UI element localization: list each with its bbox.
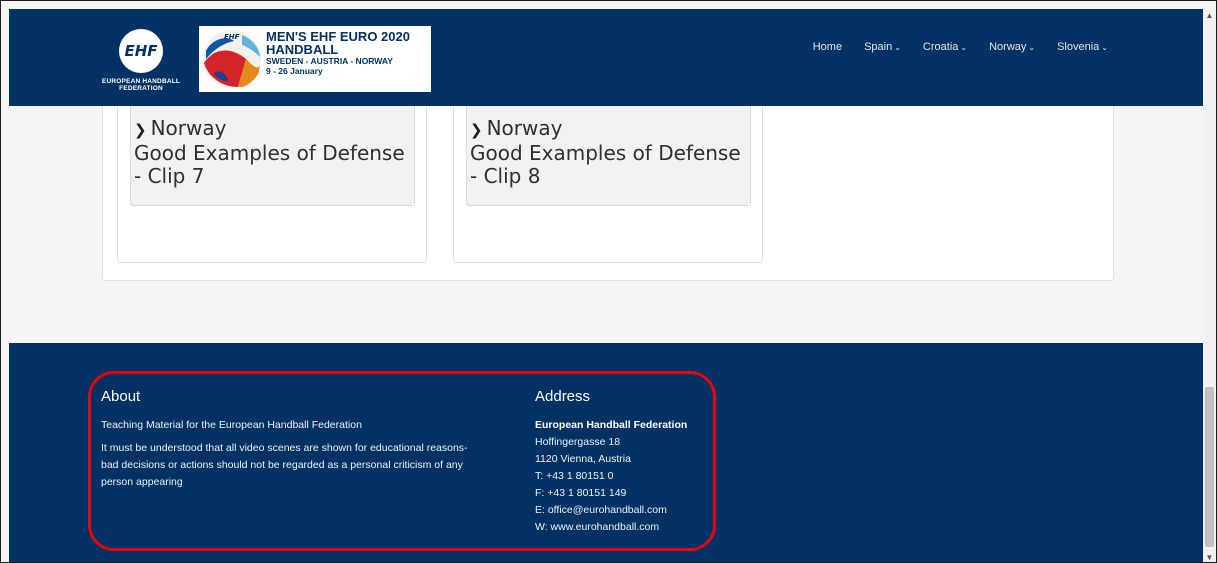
clip-country: Norway — [486, 116, 563, 140]
browser-viewport: EHF EUROPEAN HANDBALL FEDERATION EHF MEN… — [0, 0, 1217, 563]
about-heading: About — [101, 388, 141, 405]
nav-item-home[interactable]: Home — [813, 41, 842, 53]
chevron-down-icon: ❯ — [470, 121, 483, 139]
clip-title-line1: Good Examples of Defense — [470, 141, 741, 165]
ehf-caption-line1: EUROPEAN HANDBALL — [101, 78, 181, 85]
address-web[interactable]: W: www.eurohandball.com — [535, 519, 715, 536]
scroll-down-arrow-icon[interactable]: ▼ — [1203, 551, 1216, 562]
address-org: European Handball Federation — [535, 419, 688, 431]
nav-item-slovenia[interactable]: Slovenia ⌄ — [1057, 41, 1108, 53]
nav-label: Spain — [864, 41, 893, 53]
ball-ehf-text: EHF — [224, 33, 240, 41]
handball-ball-icon: EHF — [202, 29, 262, 89]
scroll-up-arrow-icon[interactable]: ▲ — [1203, 9, 1216, 22]
euro-line2: HANDBALL — [266, 42, 339, 57]
main-content: ❯ Norway Good Examples of Defense - Clip … — [9, 106, 1204, 343]
clips-panel: ❯ Norway Good Examples of Defense - Clip … — [102, 106, 1114, 281]
nav-item-spain[interactable]: Spain ⌄ — [864, 41, 901, 53]
ehf-logo-text: EHF — [124, 42, 158, 60]
about-text-2: It must be understood that all video sce… — [101, 440, 521, 491]
clip-title: ❯ Norway Good Examples of Defense - Clip … — [134, 117, 414, 188]
chevron-down-icon: ❯ — [134, 121, 147, 139]
nav-label: Croatia — [922, 41, 959, 53]
euro-line4: 9 - 26 January — [266, 66, 323, 76]
site-footer: About Teaching Material for the European… — [9, 343, 1204, 562]
nav-label: Norway — [989, 41, 1027, 53]
euro-line3: SWEDEN - AUSTRIA - NORWAY — [266, 56, 393, 66]
ehf-logo-caption: EUROPEAN HANDBALL FEDERATION — [91, 78, 191, 92]
address-email[interactable]: E: office@eurohandball.com — [535, 502, 715, 519]
clip-card-header[interactable]: ❯ Norway Good Examples of Defense - Clip … — [130, 106, 415, 206]
scrollbar-thumb[interactable] — [1205, 387, 1214, 547]
address-fax: F: +43 1 80151 149 — [535, 487, 627, 499]
address-city: 1120 Vienna, Austria — [535, 453, 631, 465]
ehf-caption-line2: FEDERATION — [119, 85, 163, 92]
chevron-down-icon: ⌄ — [894, 42, 901, 52]
nav-label: Home — [812, 41, 843, 53]
footer-address: Address European Handball Federation Hof… — [535, 388, 715, 536]
clip-card[interactable]: ❯ Norway Good Examples of Defense - Clip … — [453, 106, 763, 263]
clip-title-line1: Good Examples of Defense — [134, 141, 405, 165]
euro-banner-text: MEN'S EHF EURO 2020 HANDBALL SWEDEN - AU… — [266, 30, 410, 76]
about-text-2-line2: bad decisions or actions should not be r… — [101, 459, 463, 471]
clip-card[interactable]: ❯ Norway Good Examples of Defense - Clip … — [117, 106, 427, 263]
page-scrollbar[interactable]: ▲ ▼ — [1203, 9, 1216, 562]
ehf-logo-badge: EHF — [119, 29, 163, 73]
clip-title-line2: - Clip 8 — [470, 164, 541, 188]
chevron-down-icon: ⌄ — [1101, 42, 1108, 52]
clip-title-line2: - Clip 7 — [134, 164, 205, 188]
clip-title: ❯ Norway Good Examples of Defense - Clip … — [470, 117, 750, 188]
site-header: EHF EUROPEAN HANDBALL FEDERATION EHF MEN… — [9, 9, 1204, 106]
about-text-2-line3: person appearing — [101, 476, 183, 488]
ehf-logo[interactable]: EHF EUROPEAN HANDBALL FEDERATION — [91, 29, 191, 105]
footer-about: About Teaching Material for the European… — [101, 388, 521, 497]
about-text-2-line1: It must be understood that all video sce… — [101, 442, 468, 454]
address-street: Hoffingergasse 18 — [535, 436, 621, 448]
main-nav: Home Spain ⌄ Croatia ⌄ Norway ⌄ Slovenia… — [791, 41, 1108, 53]
chevron-down-icon: ⌄ — [960, 42, 968, 52]
clip-card-header[interactable]: ❯ Norway Good Examples of Defense - Clip … — [466, 106, 751, 206]
euro-2020-banner[interactable]: EHF MEN'S EHF EURO 2020 HANDBALL SWEDEN … — [199, 26, 431, 92]
nav-item-croatia[interactable]: Croatia ⌄ — [923, 41, 967, 53]
address-heading: Address — [535, 388, 591, 405]
clip-country: Norway — [150, 116, 227, 140]
address-phone: T: +43 1 80151 0 — [535, 470, 614, 482]
nav-item-norway[interactable]: Norway ⌄ — [989, 41, 1035, 53]
chevron-down-icon: ⌄ — [1028, 42, 1036, 52]
about-text-1: Teaching Material for the European Handb… — [101, 419, 362, 431]
nav-label: Slovenia — [1057, 41, 1100, 53]
